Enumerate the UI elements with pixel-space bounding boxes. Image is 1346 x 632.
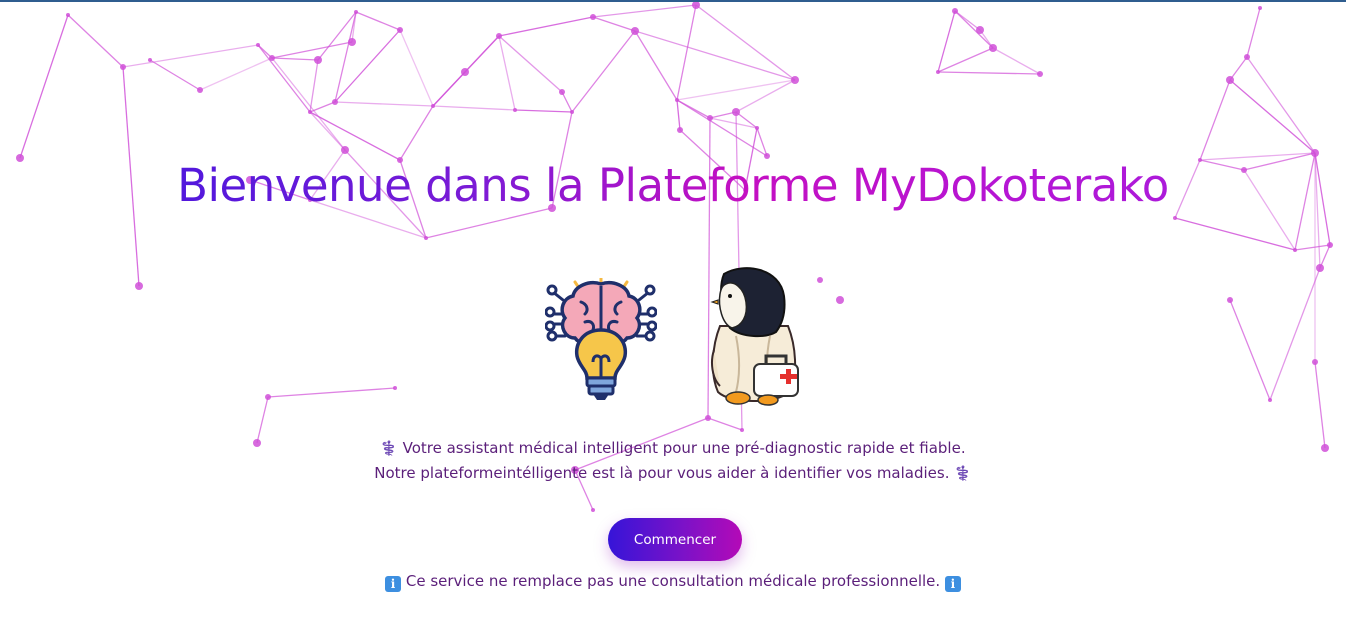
caduceus-icon: ⚕️: [380, 441, 398, 457]
brain-lightbulb-icon: [545, 278, 657, 400]
penguin-doctor-icon: [710, 267, 799, 406]
tagline-line-2-text: Notre plateformeintélligente est là pour…: [374, 464, 950, 482]
disclaimer-text: Ce service ne remplace pas une consultat…: [405, 572, 941, 590]
page-title: Bienvenue dans la Plateforme MyDokoterak…: [0, 150, 1346, 222]
info-icon: i: [944, 576, 961, 592]
info-icon: i: [385, 576, 402, 592]
caduceus-icon: ⚕️: [954, 466, 972, 482]
start-button[interactable]: Commencer: [608, 518, 742, 561]
tagline-line-1: ⚕️ Votre assistant médical intelligent p…: [0, 438, 1346, 459]
hero-section: Bienvenue dans la Plateforme MyDokoterak…: [0, 0, 1346, 632]
tagline-line-1-text: Votre assistant médical intelligent pour…: [402, 439, 966, 457]
top-border: [0, 0, 1346, 2]
landing-page: Bienvenue dans la Plateforme MyDokoterak…: [0, 0, 1346, 632]
tagline-line-2: Notre plateformeintélligente est là pour…: [0, 463, 1346, 484]
disclaimer: i Ce service ne remplace pas une consult…: [0, 571, 1346, 592]
